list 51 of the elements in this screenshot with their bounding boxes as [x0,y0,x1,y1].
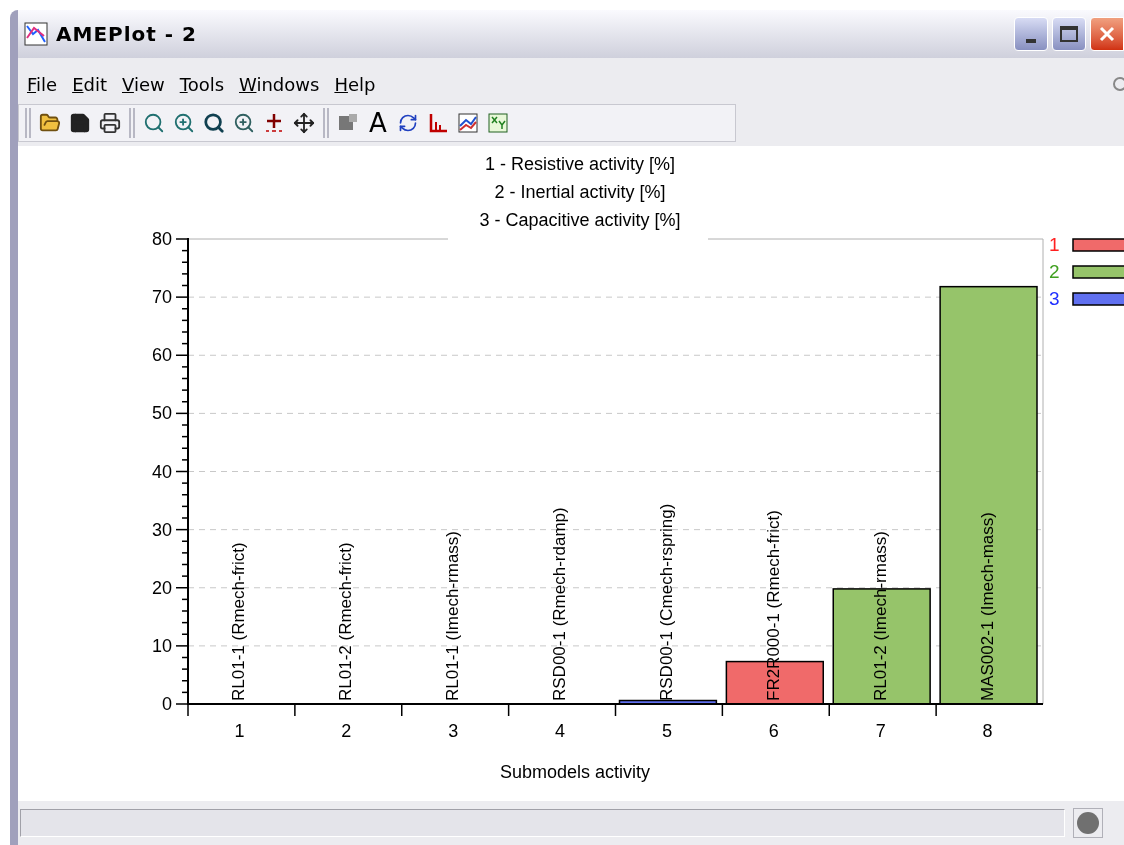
minimize-button[interactable] [1014,17,1048,51]
menu-item[interactable]: File [27,70,58,98]
chart-title: 3 - Capacitive activity [%] [479,210,681,230]
bar-label: RL01-1 (Rmech-frict) [229,542,249,701]
status-icon [1112,76,1124,92]
x-tick-label: 1 [234,721,245,741]
x-tick-label: 8 [982,721,993,741]
legend-label: 3 [1049,288,1060,309]
x-tick-label: 4 [555,721,566,741]
x-tick-label: 2 [341,721,352,741]
close-button[interactable] [1090,17,1124,51]
window-title: AMEPlot - 2 [56,21,197,48]
chart-app-icon [24,22,48,46]
y-tick-label: 60 [151,345,172,366]
bar-label: RSD00-1 (Cmech-rspring) [656,503,676,701]
x-axis-label: Submodels activity [499,762,651,782]
y-tick-label: 40 [151,461,172,482]
bar-label: RSD00-1 (Rmech-rdamp) [550,507,570,701]
maximize-button[interactable] [1052,17,1086,51]
y-tick-label: 30 [151,519,172,540]
x-tick-label: 3 [448,721,459,741]
toolbar-grip[interactable] [129,108,135,138]
maximize-icon [1060,26,1078,42]
menu-item[interactable]: View [122,70,165,98]
x-tick-label: 7 [875,721,886,741]
text-tool-button[interactable]: A [363,108,393,138]
x-tick-label: 6 [768,721,779,741]
minimize-icon [1026,39,1036,43]
close-icon [1099,26,1115,42]
bar-label: MAS002-1 (Imech-mass) [977,512,997,701]
menu-item[interactable]: Windows [239,70,320,98]
bar-label: RL01-1 (Imech-rmass) [443,530,463,701]
menu-item[interactable]: Edit [72,70,107,98]
y-tick-label: 70 [151,287,172,308]
menu-item[interactable]: Help [334,70,376,98]
legend-label: 2 [1049,261,1060,282]
legend-label: 1 [1049,234,1060,255]
bar-label: RL01-2 (Rmech-frict) [336,542,356,701]
chart-title: 2 - Inertial activity [%] [494,182,666,202]
y-tick-label: 0 [162,694,172,714]
chart-title: 1 - Resistive activity [%] [485,154,675,174]
bar-label: FR2R000-1 (Rmech-frict) [763,510,783,701]
toolbar-grip[interactable] [25,108,31,138]
y-tick-label: 20 [151,577,172,598]
y-tick-label: 10 [151,635,172,656]
y-tick-label: 80 [151,229,172,249]
bar-label: RL01-2 (Imech-rmass) [870,530,890,701]
x-tick-label: 5 [661,721,672,741]
menu-item[interactable]: Tools [179,70,225,98]
y-tick-label: 50 [151,403,172,424]
toolbar-grip[interactable] [323,108,329,138]
